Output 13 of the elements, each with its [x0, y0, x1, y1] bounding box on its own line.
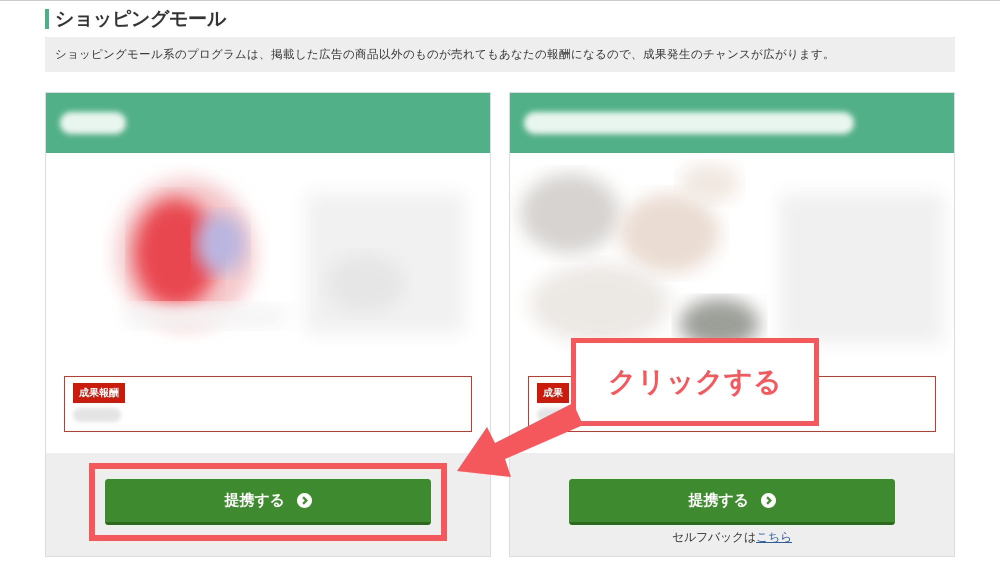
- description-text: ショッピングモール系のプログラムは、掲載した広告の商品以外のものが売れてもあなたの報酬になるので、成果発生のチャンスが広がります。: [45, 37, 955, 72]
- chevron-circle-icon: [296, 493, 312, 508]
- heading-accent: [45, 9, 49, 29]
- self-back-link[interactable]: こちら: [756, 529, 792, 546]
- reward-tag: 成果報酬: [73, 383, 125, 403]
- section-heading: ショッピングモール: [55, 7, 226, 32]
- chevron-circle-icon: [760, 493, 776, 508]
- blurred-title: [60, 112, 126, 134]
- callout-box: クリックする: [571, 338, 819, 426]
- self-back-text: セルフバックは: [672, 529, 756, 546]
- partner-button[interactable]: 提携する: [105, 479, 431, 525]
- reward-tag: 成果: [537, 383, 569, 403]
- partner-button[interactable]: 提携する: [569, 479, 895, 525]
